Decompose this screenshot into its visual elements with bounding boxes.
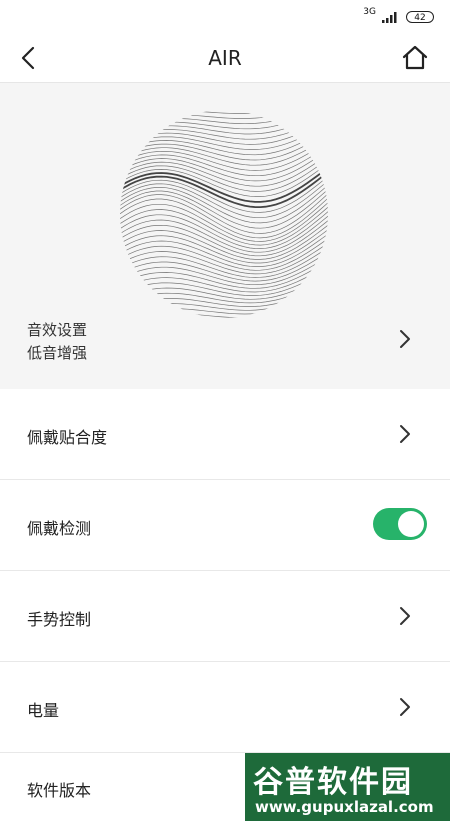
row-label: 手势控制 <box>27 610 92 629</box>
sound-settings-value: 低音增强 <box>27 344 88 362</box>
wave-line <box>120 110 328 137</box>
home-icon[interactable] <box>400 43 430 73</box>
wave-line <box>120 229 328 264</box>
wave-line <box>120 265 328 293</box>
settings-row-battery[interactable]: 电量 <box>0 662 450 753</box>
row-label: 电量 <box>27 701 60 720</box>
watermark-text: 谷普软件园 <box>253 765 413 800</box>
network-type: 3G <box>363 7 376 17</box>
row-label: 佩戴贴合度 <box>27 428 108 447</box>
watermark-url: www.gupuxlazal.com <box>255 798 434 816</box>
settings-row-wear-detection: 佩戴检测 <box>0 480 450 571</box>
row-label: 佩戴检测 <box>27 519 92 538</box>
wear-detection-toggle[interactable] <box>373 508 427 540</box>
wave-line <box>120 224 328 260</box>
wave-line <box>120 283 328 309</box>
toggle-knob <box>398 511 424 537</box>
settings-row-gesture[interactable]: 手势控制 <box>0 571 450 662</box>
page-title: AIR <box>208 46 242 70</box>
sound-settings-label: 音效设置 <box>27 321 88 339</box>
status-bar: 3G 42 <box>0 0 450 34</box>
chevron-right-icon <box>400 425 410 443</box>
wave-line <box>120 278 328 304</box>
settings-row-software-version[interactable]: 软件版本 谷普软件园 www.gupuxlazal.com <box>0 753 450 821</box>
sound-wave-graphic <box>120 110 328 318</box>
watermark-logo: 谷普软件园 www.gupuxlazal.com <box>245 753 450 821</box>
chevron-right-icon <box>400 607 410 625</box>
wave-line <box>120 110 328 121</box>
battery-level: 42 <box>414 13 426 23</box>
nav-bar: AIR <box>0 34 450 83</box>
wave-line <box>120 110 328 125</box>
wave-line <box>120 110 328 133</box>
row-label: 软件版本 <box>27 781 92 800</box>
battery-icon: 42 <box>406 11 434 23</box>
signal-icon <box>382 12 397 23</box>
settings-row-fit[interactable]: 佩戴贴合度 <box>0 389 450 480</box>
chevron-right-icon <box>400 698 410 716</box>
sound-settings-card[interactable]: 音效设置 低音增强 <box>0 83 450 389</box>
wave-line <box>120 220 328 257</box>
chevron-right-icon <box>400 330 410 348</box>
